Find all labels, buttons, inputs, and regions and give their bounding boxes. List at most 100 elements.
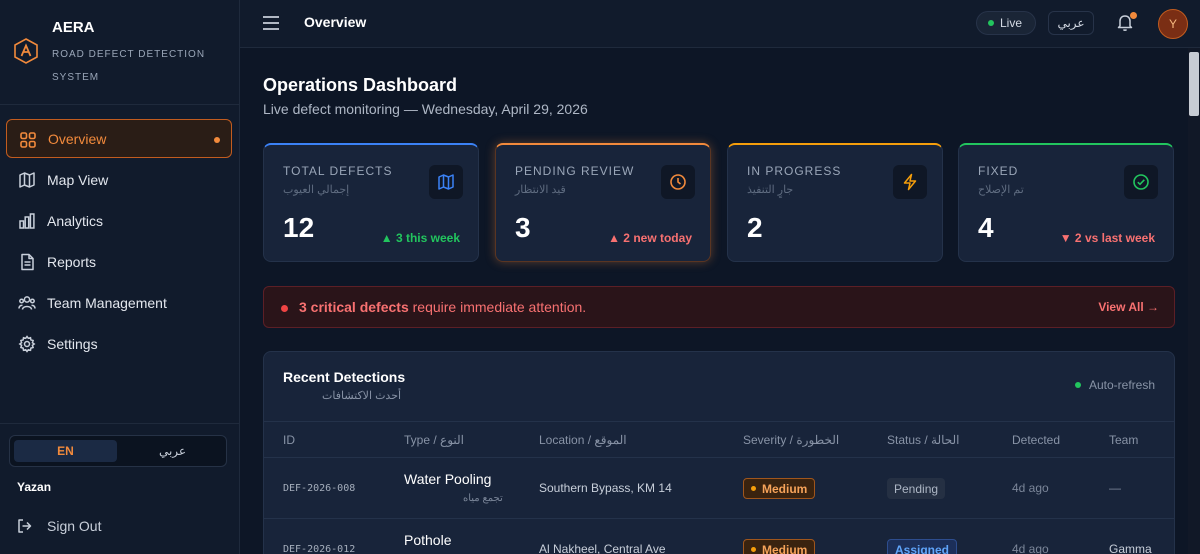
clock-icon xyxy=(670,174,686,190)
card-title-arabic: أحدث الاكتشافات xyxy=(322,390,402,402)
column-header-id[interactable]: ID xyxy=(283,433,295,447)
gear-icon xyxy=(18,335,36,353)
column-header-location[interactable]: Location / الموقع xyxy=(539,433,627,447)
detected-time: 4d ago xyxy=(1012,542,1049,554)
table-row[interactable]: DEF-2026-008 Water Pooling تجمع مياه Sou… xyxy=(264,458,1174,519)
severity-label: Medium xyxy=(762,542,808,554)
critical-alert-banner: 3 critical defects require immediate att… xyxy=(263,286,1175,328)
sign-out-button[interactable]: Sign Out xyxy=(17,515,101,537)
defect-id: DEF-2026-008 xyxy=(283,483,356,494)
auto-refresh-label: Auto-refresh xyxy=(1088,378,1155,392)
severity-badge: Medium xyxy=(743,539,816,554)
column-header-team[interactable]: Team xyxy=(1109,433,1138,447)
alert-message-strong: 3 critical defects xyxy=(299,299,409,315)
brand-tagline: ROAD DEFECT DETECTION SYSTEM xyxy=(52,49,206,83)
stat-card-fixed[interactable]: FIXED تم الإصلاح 4 ▼ 2 vs last week xyxy=(958,143,1174,262)
sidebar-item-map-view[interactable]: Map View xyxy=(6,160,232,199)
auto-refresh-indicator: Auto-refresh xyxy=(1074,378,1155,392)
stat-card-in-progress[interactable]: IN PROGRESS جارٍ التنفيذ 2 xyxy=(727,143,943,262)
alert-message: 3 critical defects require immediate att… xyxy=(299,299,586,315)
table-header: ID Type / النوع Location / الموقع Severi… xyxy=(264,421,1174,458)
team-icon xyxy=(18,296,36,310)
defect-location: Southern Bypass, KM 14 xyxy=(539,481,672,495)
column-header-status[interactable]: Status / الحالة xyxy=(887,433,960,447)
severity-badge: Medium xyxy=(743,478,816,499)
stat-icon-box xyxy=(1124,165,1158,199)
sidebar-item-overview[interactable]: Overview xyxy=(6,119,232,158)
stat-label: FIXED xyxy=(978,164,1019,178)
defect-type: Water Pooling xyxy=(404,471,492,487)
sidebar-item-reports[interactable]: Reports xyxy=(6,242,232,281)
live-status-label: Live xyxy=(1000,16,1023,30)
stat-value: 4 xyxy=(978,212,994,243)
live-indicator-dot xyxy=(988,20,994,26)
stat-label: PENDING REVIEW xyxy=(515,164,635,178)
stat-label-arabic: قيد الانتظار xyxy=(515,184,566,196)
page-header-title: Overview xyxy=(304,14,367,30)
scrollbar-thumb[interactable] xyxy=(1189,52,1199,116)
avatar[interactable]: Y xyxy=(1158,9,1188,39)
alert-dot xyxy=(281,305,288,312)
sidebar-item-analytics[interactable]: Analytics xyxy=(6,201,232,240)
sidebar: AERA ROAD DEFECT DETECTION SYSTEM Overvi… xyxy=(0,0,240,554)
auto-refresh-dot xyxy=(1074,382,1081,388)
sidebar-item-label: Map View xyxy=(47,171,109,188)
defect-location: Al Nakheel, Central Ave xyxy=(539,542,666,554)
bolt-icon xyxy=(903,173,917,191)
sidebar-item-team-management[interactable]: Team Management xyxy=(6,283,232,322)
team-name: Gamma xyxy=(1109,542,1152,554)
user-name: Yazan xyxy=(17,480,52,494)
alert-message-rest: require immediate attention. xyxy=(408,299,587,315)
stat-icon-box xyxy=(429,165,463,199)
brand: AERA ROAD DEFECT DETECTION SYSTEM xyxy=(0,0,240,104)
language-switch-button[interactable]: عربي xyxy=(1048,11,1094,35)
notification-dot xyxy=(1130,12,1137,19)
stat-label-arabic: جارٍ التنفيذ xyxy=(747,184,794,196)
stat-label-arabic: إجمالي العيوب xyxy=(283,184,350,196)
aera-logo-icon xyxy=(14,38,38,64)
defect-id: DEF-2026-012 xyxy=(283,544,356,554)
table-row[interactable]: DEF-2026-012 Pothole Al Nakheel, Central… xyxy=(264,519,1174,554)
map-icon xyxy=(438,174,454,190)
brand-name: AERA xyxy=(52,19,95,36)
view-all-link[interactable]: View All → xyxy=(1098,300,1159,314)
grid-icon xyxy=(20,132,36,148)
sidebar-item-settings[interactable]: Settings xyxy=(6,324,232,363)
stat-label-arabic: تم الإصلاح xyxy=(978,184,1024,196)
lang-ar-button[interactable]: عربي xyxy=(121,440,224,462)
sidebar-item-label: Overview xyxy=(48,130,107,147)
sidebar-item-label: Reports xyxy=(47,253,97,270)
live-status-badge: Live xyxy=(976,11,1036,35)
sign-out-icon xyxy=(18,519,32,533)
page-title: Operations Dashboard xyxy=(263,75,458,95)
stat-value: 12 xyxy=(283,212,315,243)
stat-delta: ▼ 2 vs last week xyxy=(1059,231,1155,245)
check-circle-icon xyxy=(1133,174,1149,190)
scrollbar-track[interactable] xyxy=(1188,48,1200,554)
severity-dot xyxy=(751,547,756,552)
stat-label: TOTAL DEFECTS xyxy=(283,164,393,178)
stat-icon-box xyxy=(893,165,927,199)
detected-time: 4d ago xyxy=(1012,481,1049,495)
stat-icon-box xyxy=(661,165,695,199)
top-bar: Overview Live عربي Y xyxy=(240,0,1200,48)
card-title: Recent Detections xyxy=(283,369,406,385)
stat-label: IN PROGRESS xyxy=(747,164,842,178)
column-header-type[interactable]: Type / النوع xyxy=(404,433,464,447)
column-header-severity[interactable]: Severity / الخطورة xyxy=(743,433,839,447)
column-header-detected[interactable]: Detected xyxy=(1012,433,1060,447)
sign-out-label: Sign Out xyxy=(47,518,102,534)
language-toggle: EN عربي xyxy=(9,435,227,467)
active-indicator xyxy=(214,137,220,143)
lang-en-button[interactable]: EN xyxy=(14,440,117,462)
document-icon xyxy=(21,253,34,271)
recent-detections-card: Recent Detections أحدث الاكتشافات Auto-r… xyxy=(263,351,1175,554)
sidebar-item-label: Team Management xyxy=(47,294,167,311)
stat-value: 3 xyxy=(515,212,531,243)
hamburger-menu-icon[interactable] xyxy=(262,15,280,31)
stat-card-total-defects[interactable]: TOTAL DEFECTS إجمالي العيوب 12 ▲ 3 this … xyxy=(263,143,479,262)
stat-value: 2 xyxy=(747,212,763,243)
stat-card-pending-review[interactable]: PENDING REVIEW قيد الانتظار 3 ▲ 2 new to… xyxy=(495,143,711,262)
stat-delta: ▲ 3 this week xyxy=(380,231,460,245)
defect-type-arabic: تجمع مياه xyxy=(463,493,503,504)
